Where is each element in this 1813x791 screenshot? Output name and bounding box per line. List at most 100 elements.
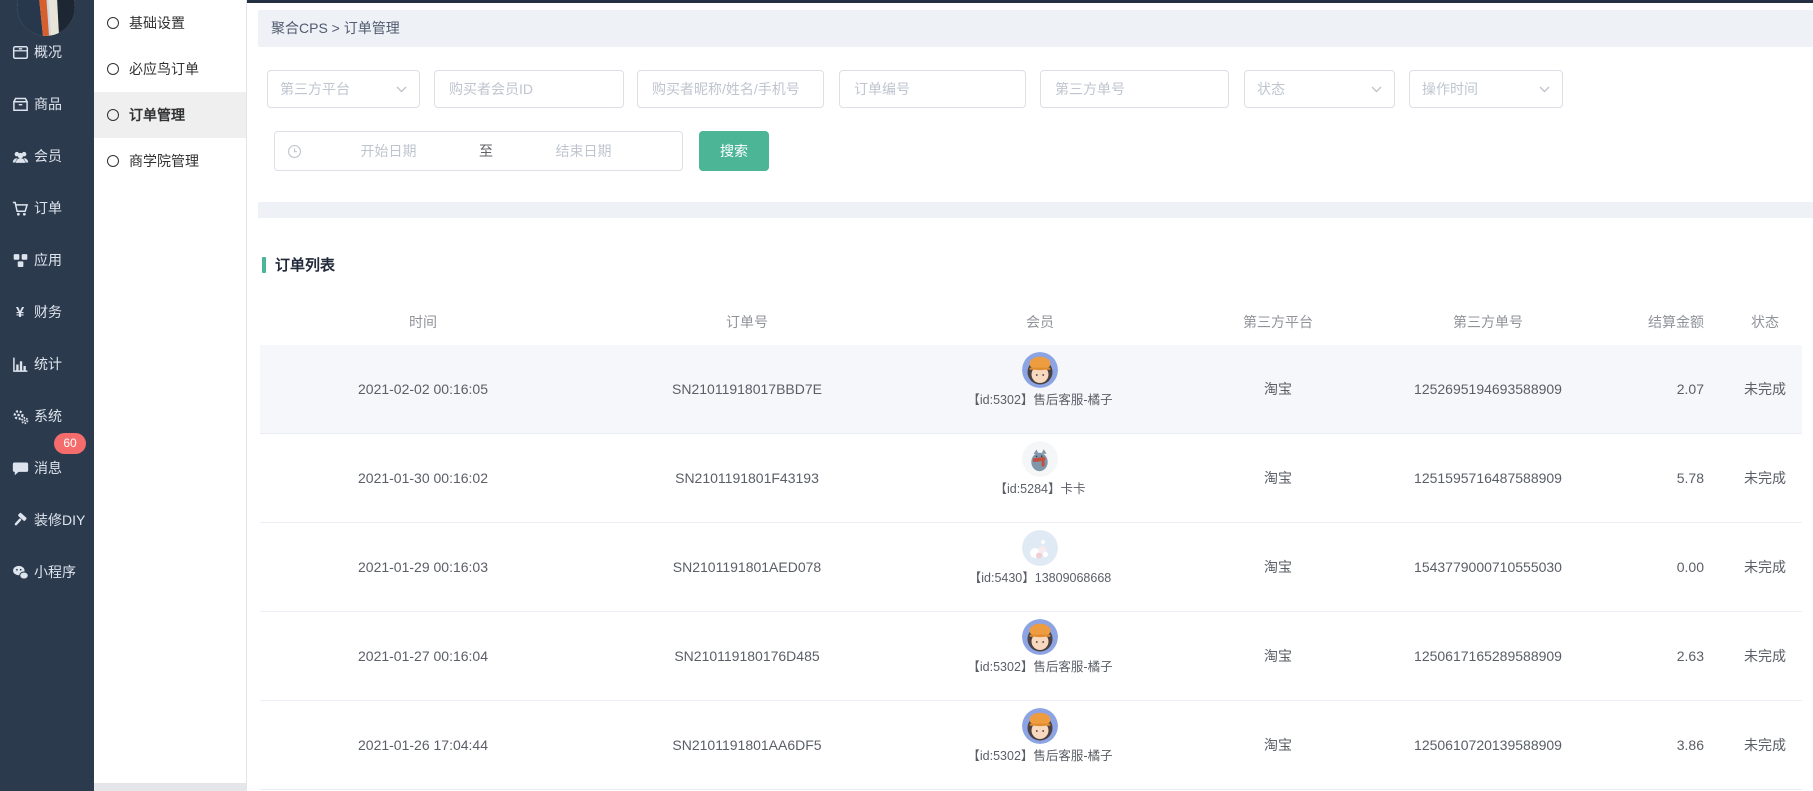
member-label: 【id:5430】13809068668 [969, 570, 1111, 586]
cell-amount: 2.07 [1592, 345, 1728, 433]
sidebar-item-apps[interactable]: 应用 [0, 234, 94, 286]
order-no-field-wrap [839, 70, 1026, 108]
order-list-title: 订单列表 [262, 254, 335, 275]
cell-amount: 2.63 [1592, 612, 1728, 700]
cell-platform: 淘宝 [1172, 612, 1384, 700]
cell-time: 2021-01-29 00:16:03 [260, 523, 586, 611]
member-id-field-wrap [434, 70, 624, 108]
third-no-field[interactable] [1053, 80, 1216, 98]
member-id-field[interactable] [447, 80, 611, 98]
finance-yen-icon: ¥ [11, 304, 29, 321]
date-end-placeholder: 结束日期 [497, 141, 670, 161]
sidebar-item-orders[interactable]: 订单 [0, 182, 94, 234]
cell-time: 2021-01-27 00:16:04 [260, 612, 586, 700]
overview-monitor-icon [11, 44, 29, 61]
page-title: 订单列表 [275, 254, 335, 275]
col-header-platform: 第三方平台 [1172, 300, 1384, 345]
sidebar-item-miniprogram[interactable]: 小程序 [0, 546, 94, 598]
cell-platform: 淘宝 [1172, 434, 1384, 522]
col-header-status: 状态 [1728, 300, 1802, 345]
search-button[interactable]: 搜索 [699, 131, 769, 171]
submenu-item-basic-settings[interactable]: 基础设置 [94, 0, 246, 46]
main-sidebar: 概况 商品 会员 订单 应用 ¥ 财务 [0, 0, 94, 791]
cell-status: 未完成 [1728, 434, 1802, 522]
table-row[interactable]: 2021-02-02 00:16:05 SN21011918017BBD7E 【… [260, 345, 1802, 434]
submenu-item-academy[interactable]: 商学院管理 [94, 138, 246, 184]
table-row[interactable]: 2021-01-26 17:04:44 SN2101191801AA6DF5 【… [260, 701, 1802, 790]
circle-icon [107, 155, 119, 167]
member-label: 【id:5302】售后客服-橘子 [967, 748, 1112, 764]
table-row[interactable]: 2021-01-30 00:16:02 SN2101191801F43193 【… [260, 434, 1802, 523]
title-accent-bar [262, 257, 266, 273]
status-select[interactable]: 状态 [1244, 70, 1395, 108]
op-time-select-placeholder: 操作时间 [1422, 79, 1533, 99]
sidebar-item-overview[interactable]: 概况 [0, 26, 94, 78]
col-header-third-no: 第三方单号 [1384, 300, 1592, 345]
breadcrumb: 聚合CPS > 订单管理 [258, 10, 1813, 47]
sidebar-item-members[interactable]: 会员 [0, 130, 94, 182]
col-header-time: 时间 [260, 300, 586, 345]
chevron-down-icon [396, 86, 407, 93]
cell-platform: 淘宝 [1172, 523, 1384, 611]
sidebar-item-label: 统计 [34, 354, 62, 374]
system-gears-icon [11, 408, 29, 425]
date-range-picker[interactable]: 开始日期 至 结束日期 [274, 131, 683, 171]
third-no-field-wrap [1040, 70, 1229, 108]
sidebar-item-goods[interactable]: 商品 [0, 78, 94, 130]
cell-member: 【id:5284】卡卡 [908, 434, 1172, 522]
member-label: 【id:5302】售后客服-橘子 [967, 659, 1112, 675]
section-divider [258, 202, 1813, 218]
message-count-badge: 60 [54, 433, 86, 454]
horizontal-scrollbar[interactable] [94, 783, 246, 791]
sidebar-item-label: 财务 [34, 302, 62, 322]
platform-select-placeholder: 第三方平台 [280, 79, 390, 99]
flowers-avatar [1022, 530, 1058, 566]
sidebar-item-diy[interactable]: 装修DIY [0, 494, 94, 546]
cell-third-no: 1251595716487588909 [1384, 434, 1592, 522]
platform-select[interactable]: 第三方平台 [267, 70, 420, 108]
sidebar-item-stats[interactable]: 统计 [0, 338, 94, 390]
cell-order-no: SN210119180176D485 [586, 612, 908, 700]
table-row[interactable]: 2021-01-29 00:16:03 SN2101191801AED078 【… [260, 523, 1802, 612]
sidebar-item-messages[interactable]: 60 消息 [0, 442, 94, 494]
girl-orange-hat-avatar [1022, 619, 1058, 655]
top-header-strip [94, 0, 1813, 3]
date-start-placeholder: 开始日期 [302, 141, 475, 161]
cell-order-no: SN2101191801F43193 [586, 434, 908, 522]
sidebar-item-finance[interactable]: ¥ 财务 [0, 286, 94, 338]
sidebar-item-label: 消息 [34, 458, 62, 478]
cell-member: 【id:5302】售后客服-橘子 [908, 612, 1172, 700]
date-range-separator: 至 [475, 141, 497, 161]
submenu-item-order-management[interactable]: 订单管理 [94, 92, 246, 138]
chevron-down-icon [1371, 86, 1382, 93]
cell-status: 未完成 [1728, 612, 1802, 700]
op-time-select[interactable]: 操作时间 [1409, 70, 1563, 108]
order-no-field[interactable] [852, 80, 1013, 98]
sidebar-item-label: 商品 [34, 94, 62, 114]
circle-icon [107, 17, 119, 29]
buyer-field-wrap [637, 70, 824, 108]
table-row[interactable]: 2021-01-27 00:16:04 SN210119180176D485 【… [260, 612, 1802, 701]
circle-icon [107, 63, 119, 75]
col-header-order-no: 订单号 [586, 300, 908, 345]
submenu-item-label: 基础设置 [129, 13, 185, 33]
cell-member: 【id:5430】13809068668 [908, 523, 1172, 611]
secondary-sidebar: 基础设置 必应鸟订单 订单管理 商学院管理 [94, 0, 247, 791]
cat-scarf-avatar [1022, 441, 1058, 477]
cell-status: 未完成 [1728, 345, 1802, 433]
buyer-field[interactable] [650, 80, 811, 98]
order-table: 时间 订单号 会员 第三方平台 第三方单号 结算金额 状态 2021-02-02… [260, 300, 1802, 790]
sidebar-item-label: 装修DIY [34, 510, 85, 530]
submenu-item-bird-orders[interactable]: 必应鸟订单 [94, 46, 246, 92]
cell-status: 未完成 [1728, 523, 1802, 611]
cell-time: 2021-01-26 17:04:44 [260, 701, 586, 789]
sidebar-item-label: 应用 [34, 250, 62, 270]
apps-cubes-icon [11, 252, 29, 269]
cell-platform: 淘宝 [1172, 345, 1384, 433]
cell-third-no: 1543779000710555030 [1384, 523, 1592, 611]
goods-box-icon [11, 96, 29, 113]
cell-amount: 5.78 [1592, 434, 1728, 522]
cell-third-no: 1252695194693588909 [1384, 345, 1592, 433]
members-users-icon [11, 148, 29, 165]
cell-order-no: SN2101191801AED078 [586, 523, 908, 611]
